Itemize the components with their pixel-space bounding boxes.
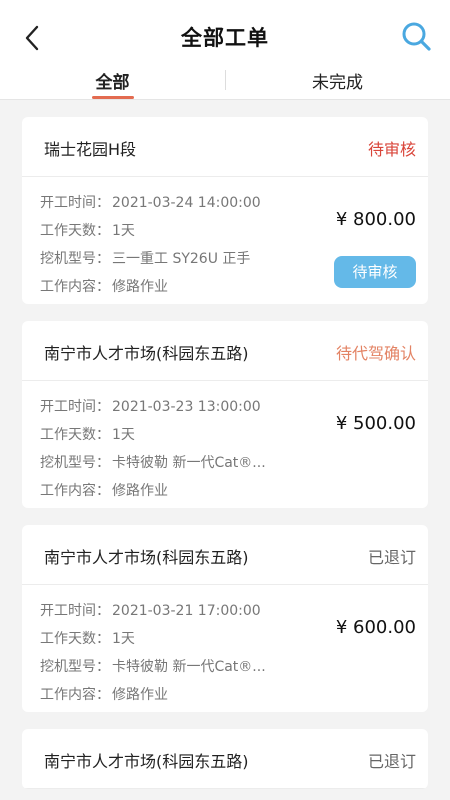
work-content-label: 工作内容： — [40, 483, 110, 499]
order-status: 已退订 — [367, 752, 416, 771]
order-status: 已退订 — [367, 548, 416, 567]
work-content-value: 修路作业 — [112, 687, 168, 703]
app-header: 全部工单 全部 未完成 — [0, 0, 450, 100]
work-content-label: 工作内容： — [40, 687, 110, 703]
start-time-value: 2021-03-21 17:00:00 — [112, 603, 261, 619]
order-card-body: 开工时间： 2021-03-23 13:00:00 工作天数： 1天 挖机型号： 卡特… — [22, 381, 428, 508]
work-days-label: 工作天数： — [40, 223, 110, 239]
work-content-value: 修路作业 — [112, 483, 168, 499]
machine-model-row: 挖机型号： 卡特彼勒 新一代Cat®... — [22, 653, 428, 681]
start-time-label: 开工时间： — [40, 399, 110, 415]
tab-all[interactable]: 全部 — [0, 68, 225, 93]
order-site-name: 南宁市人才市场(科园东五路) — [44, 344, 249, 363]
work-days-value: 1天 — [112, 631, 135, 647]
order-status: 待代驾确认 — [335, 344, 416, 363]
order-site-name: 瑞士花园H段 — [44, 140, 137, 159]
order-status: 待审核 — [367, 140, 416, 159]
tab-unfinished[interactable]: 未完成 — [225, 68, 450, 93]
order-card[interactable]: 南宁市人才市场(科园东五路) 已退订 开工时间： 2021-03-21 17:00… — [22, 525, 428, 712]
order-card-header: 南宁市人才市场(科园东五路) 已退订 — [22, 729, 428, 789]
start-time-value: 2021-03-23 13:00:00 — [112, 399, 261, 415]
order-card-body: 开工时间： 2021-03-21 17:00:00 工作天数： 1天 挖机型号： 卡特… — [22, 585, 428, 712]
pending-review-button[interactable]: 待审核 — [334, 256, 416, 288]
order-card-header: 瑞士花园H段 待审核 — [22, 117, 428, 177]
header-divider — [0, 99, 450, 100]
machine-model-label: 挖机型号： — [40, 455, 110, 471]
order-price: ¥ 800.00 — [335, 209, 416, 230]
order-card[interactable]: 瑞士花园H段 待审核 开工时间： 2021-03-24 14:00:00 工作天数… — [22, 117, 428, 304]
start-time-value: 2021-03-24 14:00:00 — [112, 195, 261, 211]
work-days-label: 工作天数： — [40, 631, 110, 647]
machine-model-label: 挖机型号： — [40, 251, 110, 267]
work-content-row: 工作内容： 修路作业 — [22, 681, 428, 709]
order-site-name: 南宁市人才市场(科园东五路) — [44, 752, 249, 771]
work-content-value: 修路作业 — [112, 279, 168, 295]
machine-model-value: 三一重工 SY26U 正手 — [112, 251, 251, 267]
tab-bar: 全部 未完成 — [0, 62, 450, 100]
start-time-label: 开工时间： — [40, 603, 110, 619]
machine-model-label: 挖机型号： — [40, 659, 110, 675]
machine-model-row: 挖机型号： 卡特彼勒 新一代Cat®... — [22, 449, 428, 477]
start-time-label: 开工时间： — [40, 195, 110, 211]
order-price: ¥ 600.00 — [335, 617, 416, 638]
order-card-body: 开工时间： 2021-03-24 14:00:00 工作天数： 1天 挖机型号： 三一… — [22, 177, 428, 304]
work-days-value: 1天 — [112, 427, 135, 443]
work-days-value: 1天 — [112, 223, 135, 239]
machine-model-value: 卡特彼勒 新一代Cat®... — [112, 659, 266, 675]
order-card[interactable]: 南宁市人才市场(科园东五路) 已退订 — [22, 729, 428, 789]
order-card-header: 南宁市人才市场(科园东五路) 已退订 — [22, 525, 428, 585]
order-card-header: 南宁市人才市场(科园东五路) 待代驾确认 — [22, 321, 428, 381]
machine-model-value: 卡特彼勒 新一代Cat®... — [112, 455, 266, 471]
work-days-label: 工作天数： — [40, 427, 110, 443]
order-list: 瑞士花园H段 待审核 开工时间： 2021-03-24 14:00:00 工作天数… — [22, 117, 428, 800]
order-card[interactable]: 南宁市人才市场(科园东五路) 待代驾确认 开工时间： 2021-03-23 13:… — [22, 321, 428, 508]
order-site-name: 南宁市人才市场(科园东五路) — [44, 548, 249, 567]
page-title: 全部工单 — [181, 26, 269, 50]
search-icon[interactable] — [400, 20, 432, 52]
order-price: ¥ 500.00 — [335, 413, 416, 434]
work-content-row: 工作内容： 修路作业 — [22, 477, 428, 505]
work-content-label: 工作内容： — [40, 279, 110, 295]
